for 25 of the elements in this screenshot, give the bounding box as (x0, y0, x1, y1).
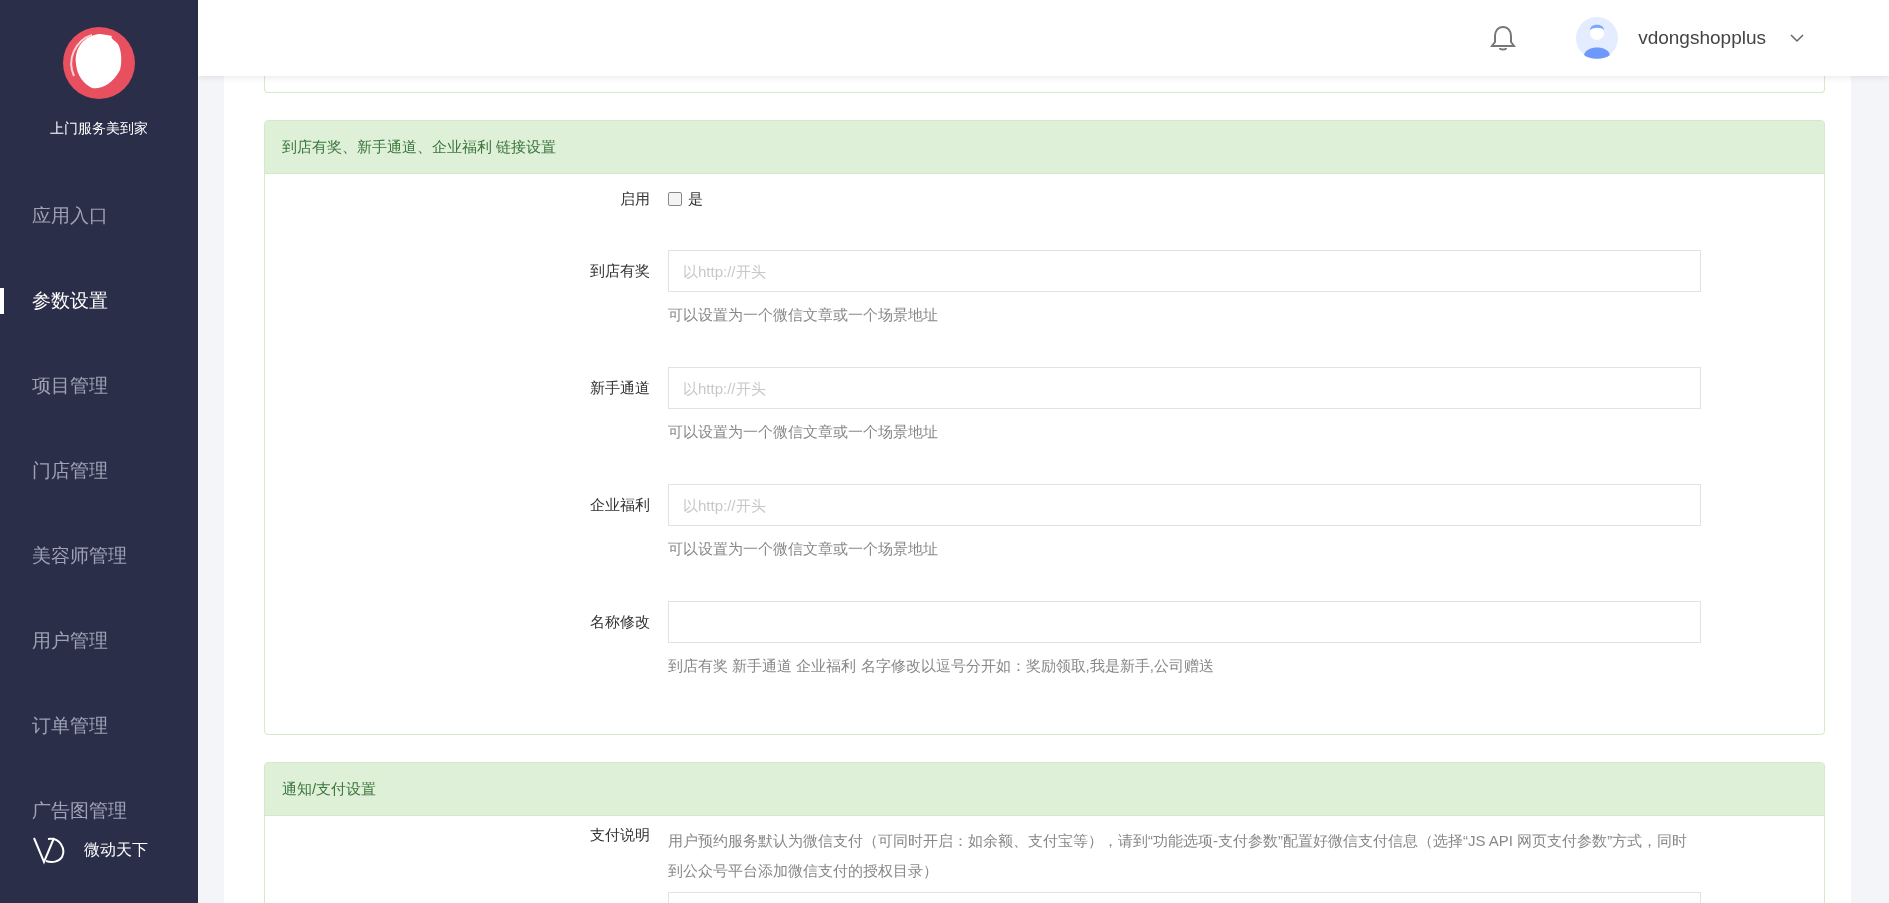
note-text: 用户预约服务默认为微信支付（可同时开启：如余额、支付宝等），请到“功能选项-支付参数”配置好微信支付信息（选择“JS API 网页支付参数”方式，同时到公众号平台添加微信支付的授权目录） (668, 831, 1689, 881)
panel-title: 到店有奖、新手通道、企业福利 链接设置 (282, 137, 557, 157)
checkbox-label[interactable]: 是 (688, 190, 703, 209)
sidebar-item[interactable]: 广告图管理 (0, 791, 198, 831)
sidebar-item[interactable]: 参数设置 (0, 281, 198, 321)
help-text: 可以设置为一个微信文章或一个场景地址 (668, 422, 939, 442)
username[interactable]: vdongshopplus (1638, 27, 1766, 49)
field-label: 到店有奖 (589, 261, 651, 281)
help-text: 可以设置为一个微信文章或一个场景地址 (668, 539, 939, 559)
field-label: 支付说明 (589, 826, 651, 845)
sidebar-item[interactable]: 项目管理 (0, 366, 198, 406)
sidebar-item[interactable]: 用户管理 (0, 621, 198, 661)
help-text: 到店有奖 新手通道 企业福利 名字修改以逗号分开如：奖励领取,我是新手,公司赠送 (668, 656, 1215, 676)
field-label: 企业福利 (589, 495, 651, 515)
sidebar-item[interactable]: 订单管理 (0, 706, 198, 746)
field-label: 启用 (619, 190, 651, 209)
sidebar-item[interactable]: 应用入口 (0, 196, 198, 236)
panel-title: 通知/支付设置 (282, 779, 377, 799)
brand-name: 微动天下 (84, 839, 148, 860)
sidebar-item[interactable]: 美容师管理 (0, 536, 198, 576)
field-label: 名称修改 (589, 612, 651, 632)
sidebar-item[interactable]: 门店管理 (0, 451, 198, 491)
brand-name: 上门服务美到家 (50, 120, 148, 138)
field-label: 新手通道 (589, 378, 651, 398)
help-text: 可以设置为一个微信文章或一个场景地址 (668, 305, 939, 325)
